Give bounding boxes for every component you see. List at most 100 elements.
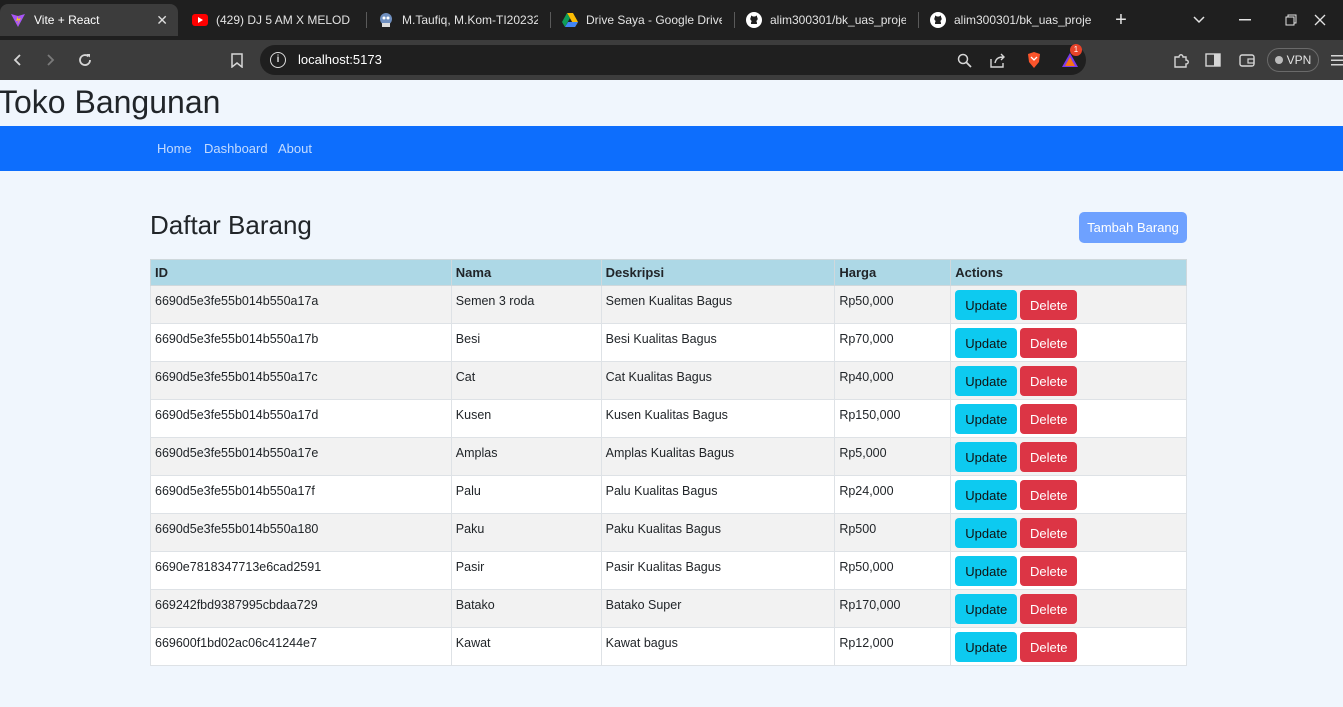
update-button[interactable]: Update bbox=[955, 480, 1018, 510]
cell-actions: Update Delete bbox=[950, 513, 1187, 552]
delete-button[interactable]: Delete bbox=[1020, 632, 1078, 662]
cell-harga: Rp50,000 bbox=[834, 551, 952, 590]
cell-deskripsi: Kawat bagus bbox=[600, 627, 836, 666]
cell-harga: Rp70,000 bbox=[834, 323, 952, 362]
site-info-icon[interactable]: i bbox=[270, 52, 286, 68]
column-header-id: ID bbox=[150, 259, 452, 286]
delete-button[interactable]: Delete bbox=[1020, 366, 1078, 396]
update-button[interactable]: Update bbox=[955, 328, 1018, 358]
cell-harga: Rp40,000 bbox=[834, 361, 952, 400]
table-row: 6690d5e3fe55b014b550a17b Besi Besi Kualita… bbox=[150, 323, 1187, 362]
cell-actions: Update Delete bbox=[950, 399, 1187, 438]
cell-nama: Amplas bbox=[450, 437, 602, 476]
close-icon[interactable]: ✕ bbox=[156, 12, 168, 29]
site-brand: Toko Bangunan bbox=[0, 84, 221, 120]
bookmark-icon[interactable] bbox=[225, 48, 249, 72]
sidebar-toggle-icon[interactable] bbox=[1201, 48, 1225, 72]
cell-actions: Update Delete bbox=[950, 627, 1187, 666]
browser-tab-bar: Vite + React ✕ (429) DJ 5 AM X MELODY ( … bbox=[0, 0, 1343, 40]
update-button[interactable]: Update bbox=[955, 632, 1018, 662]
classroom-icon bbox=[378, 12, 394, 28]
vpn-button[interactable]: VPN bbox=[1267, 48, 1319, 72]
table-row: 669600f1bd02ac06c41244e7 Kawat Kawat bagus… bbox=[150, 627, 1187, 666]
add-item-button[interactable]: Tambah Barang bbox=[1079, 212, 1187, 243]
cell-deskripsi: Kusen Kualitas Bagus bbox=[600, 399, 836, 438]
cell-id: 6690d5e3fe55b014b550a17e bbox=[150, 437, 452, 476]
update-button[interactable]: Update bbox=[955, 290, 1018, 320]
delete-button[interactable]: Delete bbox=[1020, 290, 1078, 320]
extensions-icon[interactable] bbox=[1169, 48, 1193, 72]
nav-dashboard[interactable]: Dashboard bbox=[204, 141, 268, 156]
update-button[interactable]: Update bbox=[955, 404, 1018, 434]
tab-classroom[interactable]: M.Taufiq, M.Kom-TI202320 bbox=[368, 4, 548, 36]
cell-actions: Update Delete bbox=[950, 437, 1187, 476]
table-row: 6690d5e3fe55b014b550a17e Amplas Amplas Kua… bbox=[150, 437, 1187, 476]
table-row: 6690d5e3fe55b014b550a17a Semen 3 roda Seme… bbox=[150, 285, 1187, 324]
cell-actions: Update Delete bbox=[950, 551, 1187, 590]
delete-button[interactable]: Delete bbox=[1020, 328, 1078, 358]
update-button[interactable]: Update bbox=[955, 556, 1018, 586]
delete-button[interactable]: Delete bbox=[1020, 594, 1078, 624]
cell-harga: Rp150,000 bbox=[834, 399, 952, 438]
cell-id: 6690d5e3fe55b014b550a17b bbox=[150, 323, 452, 362]
cell-id: 6690d5e3fe55b014b550a17c bbox=[150, 361, 452, 400]
notification-badge: 1 bbox=[1070, 44, 1082, 56]
wallet-icon[interactable] bbox=[1235, 48, 1259, 72]
tab-vite-react[interactable]: Vite + React ✕ bbox=[0, 4, 178, 36]
tab-title: alim300301/bk_uas_projek bbox=[954, 13, 1092, 27]
tab-github-2[interactable]: alim300301/bk_uas_projek bbox=[920, 4, 1102, 36]
tab-separator bbox=[550, 12, 551, 28]
delete-button[interactable]: Delete bbox=[1020, 442, 1078, 472]
delete-button[interactable]: Delete bbox=[1020, 404, 1078, 434]
tab-youtube[interactable]: (429) DJ 5 AM X MELODY ( bbox=[182, 4, 360, 36]
update-button[interactable]: Update bbox=[955, 594, 1018, 624]
tab-google-drive[interactable]: Drive Saya - Google Drive bbox=[552, 4, 732, 36]
delete-button[interactable]: Delete bbox=[1020, 556, 1078, 586]
cell-nama: Batako bbox=[450, 589, 602, 628]
forward-arrow-icon[interactable] bbox=[38, 48, 62, 72]
cell-nama: Besi bbox=[450, 323, 602, 362]
delete-button[interactable]: Delete bbox=[1020, 480, 1078, 510]
address-bar[interactable]: i localhost:5173 1 bbox=[260, 44, 1086, 75]
tab-title: M.Taufiq, M.Kom-TI202320 bbox=[402, 13, 538, 27]
cell-nama: Kawat bbox=[450, 627, 602, 666]
cell-deskripsi: Pasir Kualitas Bagus bbox=[600, 551, 836, 590]
column-header-deskripsi: Deskripsi bbox=[600, 259, 836, 286]
table-row: 6690d5e3fe55b014b550a17f Palu Palu Kualita… bbox=[150, 475, 1187, 514]
cell-nama: Pasir bbox=[450, 551, 602, 590]
back-arrow-icon[interactable] bbox=[6, 48, 30, 72]
table-row: 6690d5e3fe55b014b550a17d Kusen Kusen Kuali… bbox=[150, 399, 1187, 438]
tab-title: alim300301/bk_uas_projek bbox=[770, 13, 906, 27]
nav-about[interactable]: About bbox=[278, 141, 312, 156]
column-header-nama: Nama bbox=[450, 259, 602, 286]
zoom-icon[interactable] bbox=[952, 48, 976, 72]
brave-shields-icon[interactable] bbox=[1022, 48, 1046, 72]
tab-search-chevron-icon[interactable] bbox=[1176, 0, 1222, 40]
cell-harga: Rp500 bbox=[834, 513, 952, 552]
nav-home[interactable]: Home bbox=[157, 141, 192, 156]
tab-title: Vite + React bbox=[34, 13, 100, 27]
tab-github-1[interactable]: alim300301/bk_uas_projek bbox=[736, 4, 916, 36]
table-row: 6690d5e3fe55b014b550a17c Cat Cat Kualitas … bbox=[150, 361, 1187, 400]
update-button[interactable]: Update bbox=[955, 366, 1018, 396]
share-icon[interactable] bbox=[986, 48, 1010, 72]
menu-icon[interactable] bbox=[1326, 48, 1343, 72]
update-button[interactable]: Update bbox=[955, 442, 1018, 472]
update-button[interactable]: Update bbox=[955, 518, 1018, 548]
items-table: ID Nama Deskripsi Harga Actions 6690d5e3… bbox=[150, 259, 1187, 666]
cell-actions: Update Delete bbox=[950, 361, 1187, 400]
url-text[interactable]: localhost:5173 bbox=[298, 52, 382, 67]
new-tab-button[interactable]: + bbox=[1106, 0, 1136, 40]
tab-title: (429) DJ 5 AM X MELODY ( bbox=[216, 13, 350, 27]
minimize-button[interactable] bbox=[1222, 0, 1268, 40]
cell-actions: Update Delete bbox=[950, 323, 1187, 362]
cell-actions: Update Delete bbox=[950, 475, 1187, 514]
tab-title: Drive Saya - Google Drive bbox=[586, 13, 722, 27]
close-window-button[interactable] bbox=[1297, 0, 1343, 40]
cell-nama: Semen 3 roda bbox=[450, 285, 602, 324]
cell-deskripsi: Palu Kualitas Bagus bbox=[600, 475, 836, 514]
delete-button[interactable]: Delete bbox=[1020, 518, 1078, 548]
reload-icon[interactable] bbox=[73, 48, 97, 72]
cell-actions: Update Delete bbox=[950, 589, 1187, 628]
cell-nama: Kusen bbox=[450, 399, 602, 438]
